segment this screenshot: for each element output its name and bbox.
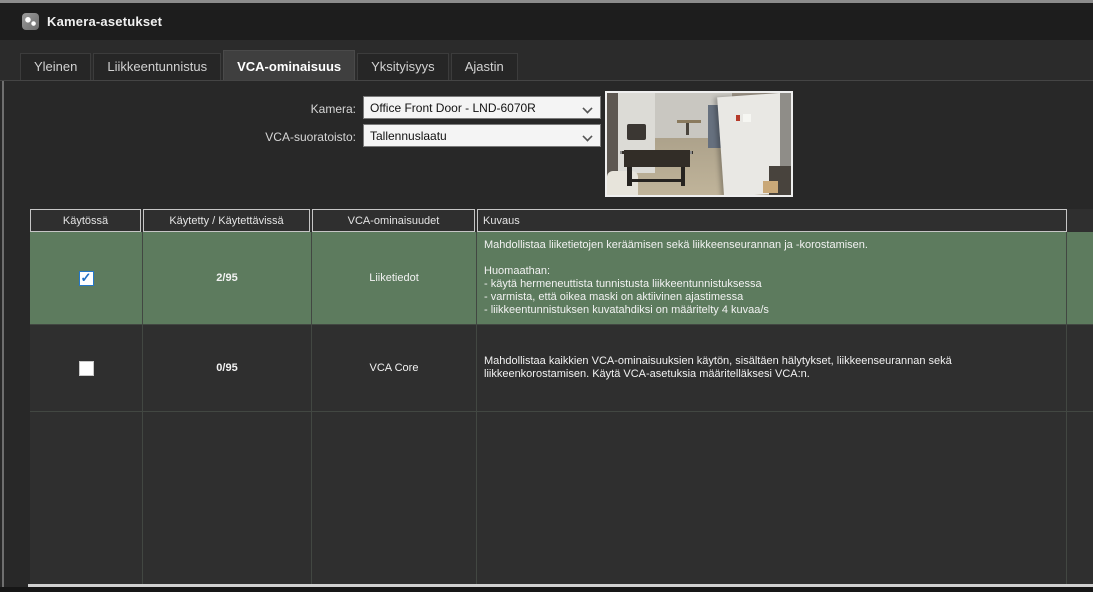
preview-foosball-table xyxy=(624,150,690,167)
feature-checkbox[interactable]: ✓ xyxy=(79,271,94,286)
titlebar: Kamera-asetukset xyxy=(0,3,1093,40)
column-header-feature[interactable]: VCA-ominaisuudet xyxy=(312,209,475,232)
chevron-down-icon xyxy=(583,131,592,140)
tab-yleinen[interactable]: Yleinen xyxy=(20,53,91,80)
camera-settings-icon xyxy=(22,13,39,30)
preview-table-leg xyxy=(686,123,689,135)
table-row-feature-cell: Liiketiedot xyxy=(312,232,477,325)
empty-row-cell xyxy=(477,412,1067,584)
tab-liikkeentunnistus[interactable]: Liikkeentunnistus xyxy=(93,53,221,80)
camera-select[interactable]: Office Front Door - LND-6070R xyxy=(363,96,601,119)
camera-preview-scene xyxy=(607,93,791,195)
camera-select-value: Office Front Door - LND-6070R xyxy=(364,101,583,115)
column-header-description[interactable]: Kuvaus xyxy=(477,209,1067,232)
tab-strip: Yleinen Liikkeentunnistus VCA-ominaisuus… xyxy=(0,40,1093,81)
table-row-feature-cell: VCA Core xyxy=(312,325,477,412)
preview-sofa xyxy=(607,171,638,195)
window-left-border xyxy=(2,40,4,592)
column-header-filler xyxy=(1067,209,1093,232)
empty-row-cell xyxy=(30,412,143,584)
table-row-description-cell: Mahdollistaa liiketietojen keräämisen se… xyxy=(477,232,1067,325)
camera-preview-image xyxy=(605,91,793,197)
table-row-filler-cell xyxy=(1067,325,1093,412)
column-header-enabled[interactable]: Käytössä xyxy=(30,209,141,232)
empty-row-cell xyxy=(143,412,312,584)
preview-wall-paper xyxy=(743,114,750,121)
vca-stream-select[interactable]: Tallennuslaatu xyxy=(363,124,601,147)
tab-yksityisyys[interactable]: Yksityisyys xyxy=(357,53,449,80)
column-header-usage[interactable]: Käytetty / Käytettävissä xyxy=(143,209,310,232)
preview-fire-alarm xyxy=(736,115,741,120)
camera-settings-window: Kamera-asetukset Yleinen Liikkeentunnist… xyxy=(0,0,1093,592)
table-row-enabled-cell[interactable]: ✓ xyxy=(30,232,143,325)
table-row-enabled-cell[interactable]: ✓ xyxy=(30,325,143,412)
preview-foosball-leg xyxy=(681,167,686,185)
camera-label: Kamera: xyxy=(196,102,356,116)
tab-vca-ominaisuus[interactable]: VCA-ominaisuus xyxy=(223,50,355,80)
empty-row-cell xyxy=(312,412,477,584)
preview-table xyxy=(677,120,701,123)
empty-row-cell xyxy=(1067,412,1093,584)
table-row-filler-cell xyxy=(1067,232,1093,325)
window-bottom-edge xyxy=(0,587,1093,592)
feature-checkbox[interactable]: ✓ xyxy=(79,361,94,376)
table-row-usage-cell: 2/95 xyxy=(143,232,312,325)
table-row-usage-cell: 0/95 xyxy=(143,325,312,412)
preview-foosball-bar xyxy=(629,179,684,182)
preview-box xyxy=(763,181,778,193)
chevron-down-icon xyxy=(583,103,592,112)
window-title: Kamera-asetukset xyxy=(47,14,162,29)
table-row-description-cell: Mahdollistaa kaikkien VCA-ominaisuuksien… xyxy=(477,325,1067,412)
preview-foosball-leg xyxy=(627,167,632,185)
vca-stream-select-value: Tallennuslaatu xyxy=(364,129,583,143)
vca-stream-label: VCA-suoratoisto: xyxy=(196,130,356,144)
vca-features-table: Käytössä Käytetty / Käytettävissä VCA-om… xyxy=(30,209,1093,584)
tab-ajastin[interactable]: Ajastin xyxy=(451,53,518,80)
check-icon: ✓ xyxy=(81,271,92,284)
preview-coats xyxy=(627,124,645,140)
